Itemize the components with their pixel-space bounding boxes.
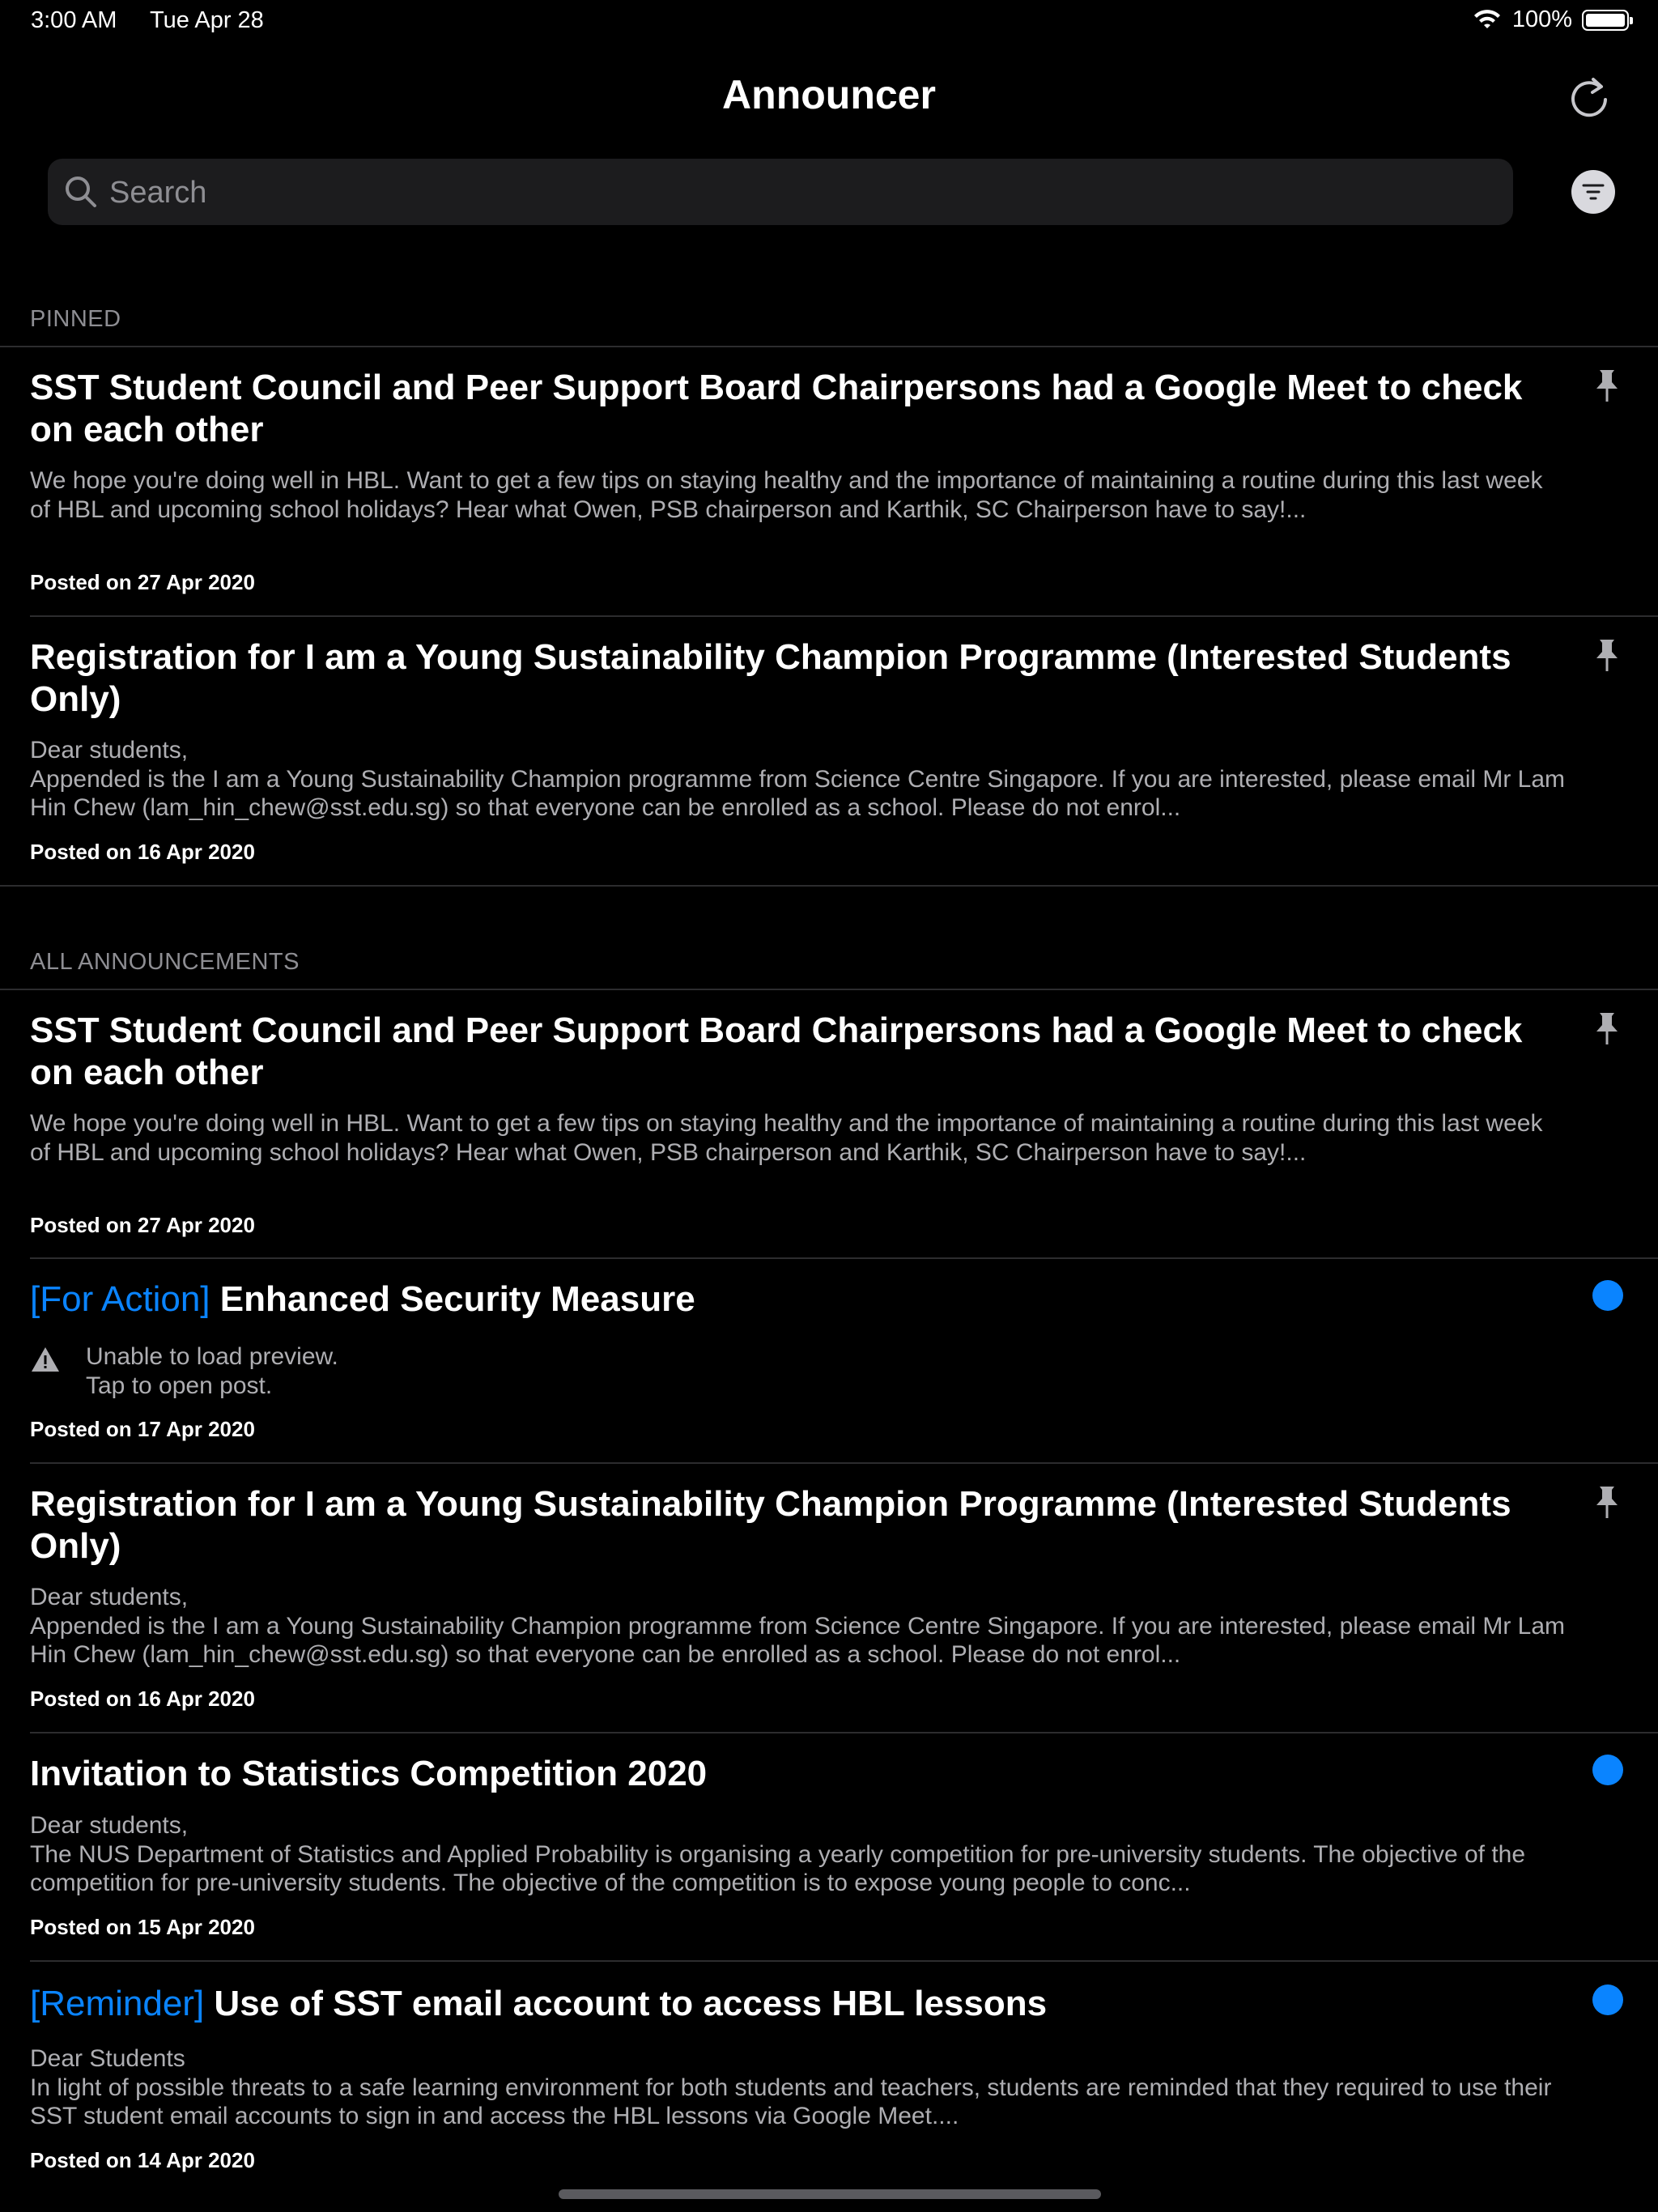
divider — [0, 885, 1658, 887]
announcement-date: Posted on 16 Apr 2020 — [30, 840, 255, 864]
announcement-row-4[interactable]: Invitation to Statistics Competition 202… — [0, 1733, 1658, 1960]
announcement-title: SST Student Council and Peer Support Boa… — [30, 368, 1523, 449]
announcement-preview: Dear students, Appended is the I am a Yo… — [30, 1584, 1566, 1668]
announcement-tag: [For Action] — [30, 1279, 210, 1319]
announcement-title-text: Enhanced Security Measure — [219, 1279, 695, 1319]
announcement-title: [For Action] Enhanced Security Measure — [30, 1278, 1536, 1321]
announcement-title: SST Student Council and Peer Support Boa… — [30, 1010, 1523, 1092]
announcement-title: Invitation to Statistics Competition 202… — [30, 1754, 708, 1793]
announcement-date: Posted on 14 Apr 2020 — [30, 2148, 255, 2172]
announcement-preview: Dear Students In light of possible threa… — [30, 2045, 1552, 2129]
search-bar[interactable] — [48, 159, 1513, 227]
announcement-row-3[interactable]: Registration for I am a Young Sustainabi… — [0, 1463, 1658, 1732]
announcement-preview: We hope you're doing well in HBL. Want t… — [30, 1110, 1543, 1166]
announcement-title: [Reminder] Use of SST email account to a… — [30, 1983, 1536, 2025]
announcement-date: Posted on 27 Apr 2020 — [30, 1213, 255, 1237]
pin-icon — [1596, 1487, 1618, 1518]
pin-icon — [1596, 1013, 1618, 1044]
section-header-all: ALL ANNOUNCEMENTS — [30, 949, 300, 975]
section-header-pinned: PINNED — [30, 306, 121, 332]
pinned-row-1[interactable]: SST Student Council and Peer Support Boa… — [0, 347, 1658, 615]
unread-dot — [1592, 1755, 1623, 1785]
preview-warning: Unable to load preview. Tap to open post… — [86, 1343, 338, 1399]
pinned-row-2[interactable]: Registration for I am a Young Sustainabi… — [0, 616, 1658, 885]
announcement-row-2[interactable]: [For Action] Enhanced Security Measure U… — [0, 1258, 1658, 1462]
status-right: 100% — [1472, 6, 1633, 33]
pin-icon — [1596, 640, 1618, 671]
announcement-date: Posted on 27 Apr 2020 — [30, 570, 255, 594]
announcement-date: Posted on 15 Apr 2020 — [30, 1915, 255, 1939]
announcement-date: Posted on 17 Apr 2020 — [30, 1417, 255, 1441]
announcement-row-1[interactable]: SST Student Council and Peer Support Boa… — [0, 989, 1658, 1257]
announcement-date: Posted on 16 Apr 2020 — [30, 1687, 255, 1711]
wifi-icon — [1473, 9, 1500, 28]
announcement-title-text: Use of SST email account to access HBL l… — [214, 1984, 1048, 2023]
announcement-title: Registration for I am a Young Sustainabi… — [30, 637, 1511, 719]
pin-icon — [1596, 370, 1618, 402]
warning-icon — [32, 1347, 59, 1372]
announcement-title: Registration for I am a Young Sustainabi… — [30, 1484, 1511, 1566]
status-bar: 3:00 AM Tue Apr 28 100% — [0, 0, 1658, 44]
unread-dot — [1592, 1984, 1623, 2015]
home-indicator[interactable] — [559, 2189, 1101, 2199]
search-input[interactable] — [108, 159, 1487, 227]
refresh-icon[interactable] — [1564, 73, 1614, 123]
battery-percent: 100% — [1511, 6, 1572, 32]
unread-dot — [1592, 1280, 1623, 1311]
page-title: Announcer — [722, 72, 936, 117]
filter-icon — [1582, 184, 1605, 200]
filter-button[interactable] — [1571, 170, 1615, 214]
announcement-preview: We hope you're doing well in HBL. Want t… — [30, 467, 1543, 523]
announcement-preview: Dear students, The NUS Department of Sta… — [30, 1812, 1526, 1896]
announcement-tag: [Reminder] — [30, 1984, 205, 2023]
announcement-preview: Dear students, Appended is the I am a Yo… — [30, 737, 1566, 821]
battery-icon — [1582, 9, 1633, 31]
status-date: Tue Apr 28 — [150, 7, 264, 33]
announcement-row-5[interactable]: [Reminder] Use of SST email account to a… — [0, 1961, 1658, 2194]
status-time: 3:00 AM — [31, 7, 117, 33]
search-icon — [66, 177, 96, 207]
